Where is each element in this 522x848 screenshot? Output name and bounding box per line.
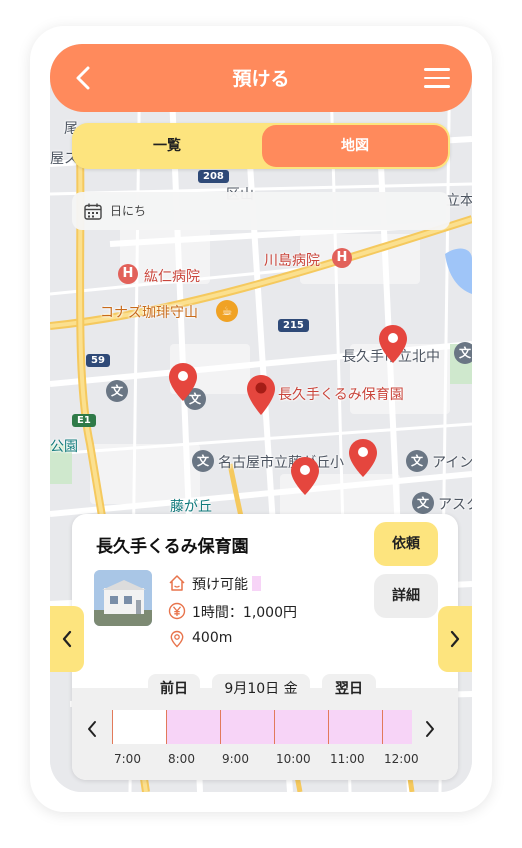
- detail-button[interactable]: 詳細: [374, 574, 438, 618]
- facility-card[interactable]: 長久手くるみ保育園 預け可能 1時間：1,000円 400m 依頼 詳細 前日 …: [72, 514, 458, 780]
- location-icon: [170, 630, 184, 648]
- map-label-hospital[interactable]: 川島病院: [264, 250, 320, 270]
- app-screen: 208 215 59 E1 尾 屋ス 立本 区山 H 紘仁病院 川島病院 H コ…: [50, 44, 472, 792]
- date-filter-placeholder: 日にち: [110, 204, 147, 218]
- yen-icon: [168, 602, 186, 620]
- map-label-hospital[interactable]: 紘仁病院: [144, 266, 200, 286]
- tab-map[interactable]: 地図: [262, 125, 448, 167]
- time-slot-timeline[interactable]: [112, 710, 412, 744]
- map-label-station[interactable]: 藤が丘: [170, 496, 212, 516]
- timeline-scroll-right-icon[interactable]: [424, 720, 436, 738]
- schedule-panel: 前日 9月10日 金 翌日 7:00 8:00 9:00 10:00 11:00 12:0…: [72, 674, 458, 780]
- map-pin-selected[interactable]: [246, 374, 276, 416]
- next-day-tab[interactable]: 翌日: [322, 674, 376, 704]
- time-tick-label: 9:00: [222, 752, 249, 766]
- map-label-misc[interactable]: アイン: [432, 452, 472, 472]
- time-tick-label: 8:00: [168, 752, 195, 766]
- facility-name: 長久手くるみ保育園: [96, 537, 249, 557]
- map-label-school[interactable]: 名古屋市立藤が丘小: [218, 452, 344, 472]
- school-icon: 文: [454, 342, 472, 364]
- time-slot[interactable]: [328, 710, 382, 744]
- chevron-right-icon: [450, 630, 460, 648]
- map-label-park: 公園: [50, 439, 78, 455]
- route-badge-215: 215: [278, 319, 309, 332]
- school-icon: 文: [406, 450, 428, 472]
- chevron-left-icon: [62, 630, 72, 648]
- map-pin[interactable]: [168, 362, 198, 402]
- time-slot[interactable]: [274, 710, 328, 744]
- prev-day-tab[interactable]: 前日: [148, 674, 200, 704]
- school-icon: 文: [106, 380, 128, 402]
- route-badge-208: 208: [198, 170, 229, 183]
- time-slot[interactable]: [220, 710, 274, 744]
- time-tick-label: 7:00: [114, 752, 141, 766]
- calendar-icon: [84, 203, 102, 220]
- distance-text: 400m: [192, 630, 233, 646]
- route-badge-59: 59: [86, 354, 110, 367]
- map-pin[interactable]: [378, 324, 408, 364]
- house-icon: [169, 575, 185, 591]
- time-tick-label: 10:00: [276, 752, 311, 766]
- view-toggle: 一覧 地図: [72, 123, 450, 169]
- school-icon: 文: [412, 492, 434, 514]
- hospital-icon: H: [118, 264, 138, 284]
- time-slot[interactable]: [112, 710, 166, 744]
- date-filter-input[interactable]: 日にち: [72, 192, 450, 230]
- map-label-cafe[interactable]: コナズ珈琲守山: [100, 302, 198, 322]
- app-header: 預ける: [50, 44, 472, 112]
- tab-list[interactable]: 一覧: [72, 123, 262, 169]
- time-tick-label: 11:00: [330, 752, 365, 766]
- prev-facility-button[interactable]: [50, 606, 84, 672]
- timeline-scroll-left-icon[interactable]: [86, 720, 98, 738]
- current-day-label: 9月10日 金: [212, 674, 310, 704]
- hamburger-menu-icon[interactable]: [424, 68, 450, 88]
- time-slot[interactable]: [166, 710, 220, 744]
- availability-text: 預け可能: [192, 577, 248, 593]
- map-pin[interactable]: [348, 438, 378, 478]
- school-icon: 文: [192, 450, 214, 472]
- route-badge-e1: E1: [72, 414, 96, 427]
- facility-photo: [94, 570, 152, 626]
- time-slot[interactable]: [382, 710, 412, 744]
- map-label-selected-place[interactable]: 長久手くるみ保育園: [278, 384, 404, 404]
- map-label-misc[interactable]: アスク: [438, 494, 472, 514]
- page-title: 預ける: [232, 68, 290, 90]
- cafe-icon: ☕: [216, 300, 238, 322]
- time-tick-label: 12:00: [384, 752, 419, 766]
- availability-color-chip: [252, 576, 261, 591]
- next-facility-button[interactable]: [438, 606, 472, 672]
- request-button[interactable]: 依頼: [374, 522, 438, 566]
- map-pin[interactable]: [290, 456, 320, 496]
- price-text: 1時間：1,000円: [192, 605, 297, 621]
- hospital-icon: H: [332, 248, 352, 268]
